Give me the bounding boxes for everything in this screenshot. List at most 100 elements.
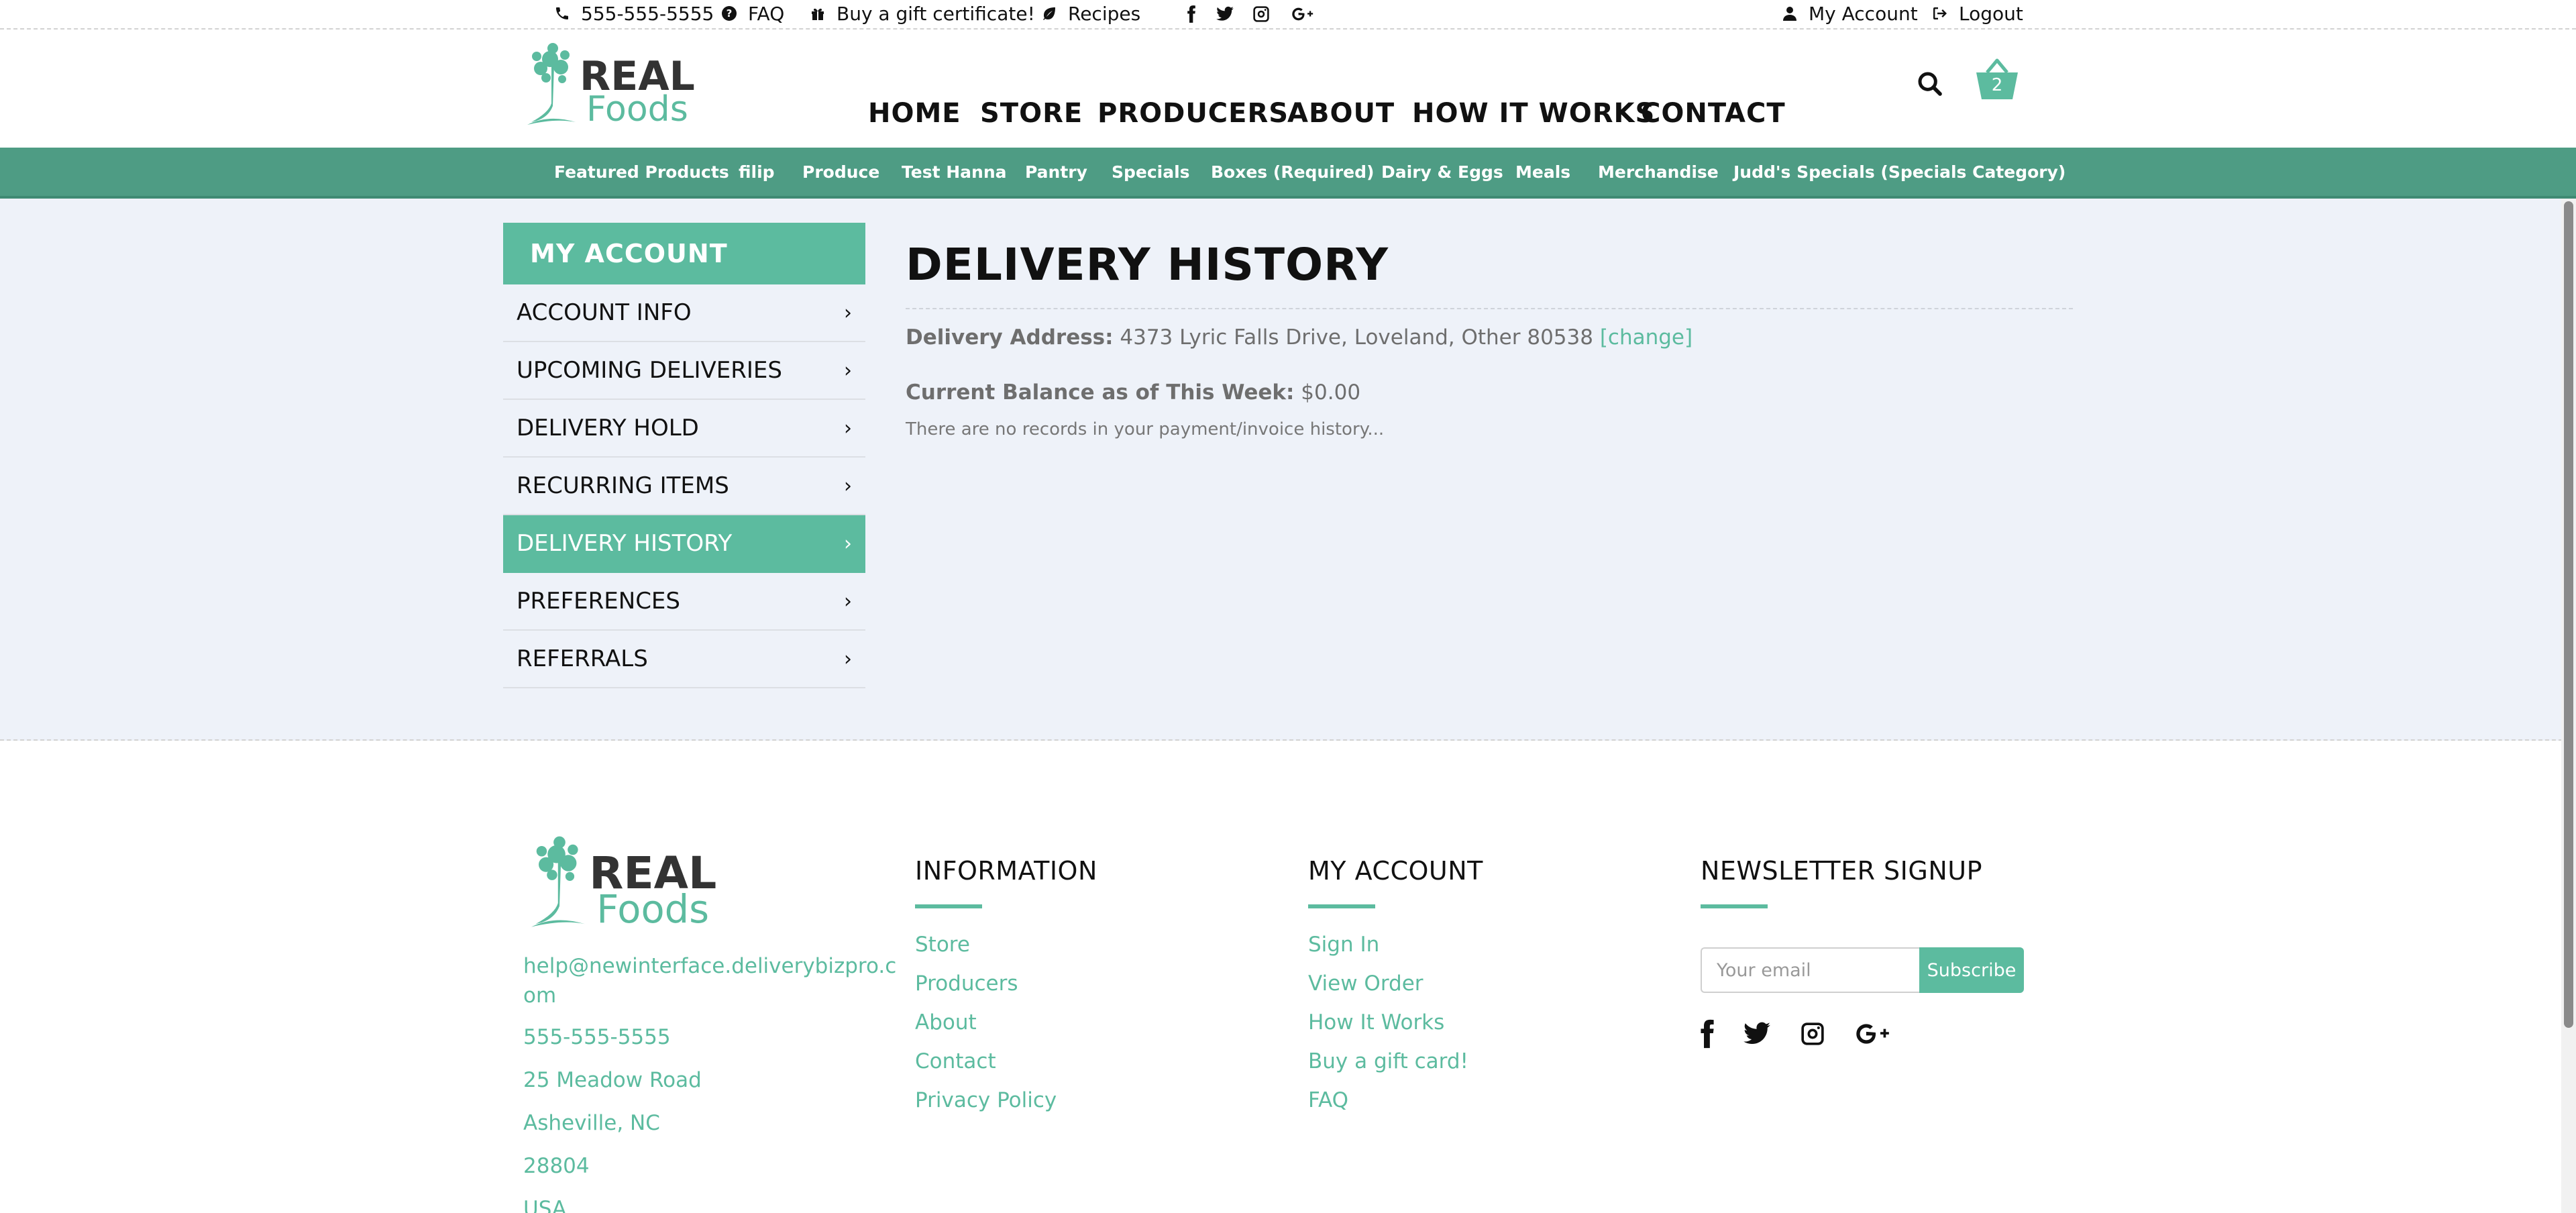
footer-link-sign-in[interactable]: Sign In [1308,933,1483,957]
my-account-link[interactable]: My Account [1782,0,1918,27]
balance-label: Current Balance as of This Week: [906,380,1295,405]
cart-count: 2 [1991,75,2003,95]
my-account-text: My Account [1809,2,1918,25]
logo-text-foods: Foods [596,887,709,930]
search-button[interactable] [1913,67,1947,101]
page-title: DELIVERY HISTORY [906,239,2073,309]
category-item[interactable]: Dairy & Eggs [1381,148,1503,196]
nav-contact[interactable]: CONTACT [1641,98,1786,129]
footer-email-line: help@newinterface.deliverybizpro.c [523,954,897,978]
logo-text-foods: Foods [586,89,688,127]
category-item[interactable]: filip [739,148,775,196]
category-item[interactable]: Boxes (Required) [1211,148,1374,196]
footer-email-line: om [523,984,557,1008]
footer-street: 25 Meadow Road [523,1068,702,1092]
sidebar-item-delivery-hold[interactable]: DELIVERY HOLD › [503,400,865,458]
chevron-right-icon: › [844,301,852,325]
sidebar-item-label: ACCOUNT INFO [517,299,692,326]
main-content-area: MY ACCOUNT ACCOUNT INFO › UPCOMING DELIVE… [0,199,2576,741]
site-footer: REAL Foods help@newinterface.deliverybiz… [0,742,2576,1213]
footer-link-view-order[interactable]: View Order [1308,971,1483,996]
sidebar-item-referrals[interactable]: REFERRALS › [503,631,865,688]
footer-phone-link[interactable]: 555-555-5555 [523,1022,671,1052]
logout-link[interactable]: Logout [1932,0,2023,27]
nav-home[interactable]: HOME [868,98,961,129]
top-google-plus-link[interactable] [1287,3,1319,25]
category-bar: Featured Products filip Produce Test Han… [0,148,2576,199]
footer-newsletter-title: NEWSLETTER SIGNUP [1701,856,1982,886]
footer-twitter-link[interactable] [1741,1017,1772,1051]
chevron-right-icon: › [844,589,852,613]
phone-link[interactable]: 555-555-5555 [554,0,714,27]
footer-city: Asheville, NC [523,1111,660,1135]
chevron-right-icon: › [844,358,852,382]
footer-link-privacy-policy[interactable]: Privacy Policy [915,1088,1097,1112]
top-instagram-link[interactable] [1248,3,1275,25]
category-item[interactable]: Meals [1515,148,1570,196]
footer-email-link[interactable]: help@newinterface.deliverybizpro.c om [523,951,896,1010]
category-item[interactable]: Test Hanna [902,148,1006,196]
sidebar-item-label: UPCOMING DELIVERIES [517,357,782,384]
footer-logo[interactable]: REAL Foods [522,832,723,933]
chevron-right-icon: › [844,647,852,671]
nav-how-it-works[interactable]: HOW IT WORKS [1412,98,1655,129]
category-item[interactable]: Pantry [1025,148,1087,196]
category-item[interactable]: Specials [1112,148,1190,196]
real-foods-logo: REAL Foods [531,836,716,932]
sidebar-item-account-info[interactable]: ACCOUNT INFO › [503,284,865,342]
footer-link-store[interactable]: Store [915,933,1097,957]
delivery-address-row: Delivery Address: 4373 Lyric Falls Drive… [906,325,2073,350]
search-icon [1918,72,1942,96]
newsletter-email-input[interactable] [1701,947,1919,993]
faq-link[interactable]: ? FAQ [721,0,784,27]
footer-link-producers[interactable]: Producers [915,971,1097,996]
category-item[interactable]: Merchandise [1598,148,1719,196]
instagram-icon [1253,6,1269,22]
footer-google-plus-link[interactable] [1851,1017,1894,1051]
subscribe-button[interactable]: Subscribe [1919,947,2024,993]
phone-text: 555-555-5555 [581,2,714,25]
chevron-right-icon: › [844,531,852,556]
sidebar-item-delivery-history[interactable]: DELIVERY HISTORY › [503,515,865,573]
nav-producers[interactable]: PRODUCERS [1097,98,1289,129]
facebook-icon [1187,5,1195,23]
top-twitter-link[interactable] [1212,3,1238,25]
footer-account-title: MY ACCOUNT [1308,856,1483,886]
footer-link-faq[interactable]: FAQ [1308,1088,1483,1112]
top-utility-bar: 555-555-5555 ? FAQ Buy a gift certificat… [0,0,2576,30]
footer-link-how-it-works[interactable]: How It Works [1308,1010,1483,1035]
gift-certificate-link[interactable]: Buy a gift certificate! [810,0,1035,27]
chevron-right-icon: › [844,416,852,440]
sidebar-item-preferences[interactable]: PREFERENCES › [503,573,865,631]
site-logo[interactable]: REAL Foods [522,39,698,130]
page-scrollbar-thumb[interactable] [2564,201,2573,1028]
svg-text:?: ? [727,7,733,19]
sidebar-item-label: REFERRALS [517,645,648,672]
nav-store[interactable]: STORE [980,98,1083,129]
footer-facebook-link[interactable] [1697,1017,1717,1051]
footer-link-gift-card[interactable]: Buy a gift card! [1308,1049,1483,1073]
footer-link-about[interactable]: About [915,1010,1097,1035]
cart-button[interactable]: 2 [1972,56,2022,105]
recipes-link[interactable]: Recipes [1041,0,1140,27]
footer-link-contact[interactable]: Contact [915,1049,1097,1073]
change-address-link[interactable]: [change] [1600,325,1693,350]
category-item[interactable]: Featured Products [554,148,729,196]
sidebar-item-upcoming-deliveries[interactable]: UPCOMING DELIVERIES › [503,342,865,400]
nav-about[interactable]: ABOUT [1287,98,1395,129]
category-item[interactable]: Judd's Specials (Specials Category) [1733,148,2065,196]
footer-instagram-link[interactable] [1798,1017,1827,1051]
footer-account-column: MY ACCOUNT Sign In View Order How It Wor… [1308,856,1483,1112]
twitter-icon [1743,1022,1770,1045]
delivery-history-panel: DELIVERY HISTORY Delivery Address: 4373 … [906,239,2073,439]
footer-information-title: INFORMATION [915,856,1097,886]
sidebar-item-recurring-items[interactable]: RECURRING ITEMS › [503,458,865,515]
account-sidebar: MY ACCOUNT ACCOUNT INFO › UPCOMING DELIVE… [503,223,865,688]
empty-history-message: There are no records in your payment/inv… [906,419,1385,439]
user-icon [1783,7,1796,21]
sidebar-item-label: RECURRING ITEMS [517,472,729,499]
chevron-right-icon: › [844,474,852,498]
category-item[interactable]: Produce [802,148,879,196]
top-facebook-link[interactable] [1178,3,1205,25]
sidebar-item-label: DELIVERY HISTORY [517,530,733,557]
